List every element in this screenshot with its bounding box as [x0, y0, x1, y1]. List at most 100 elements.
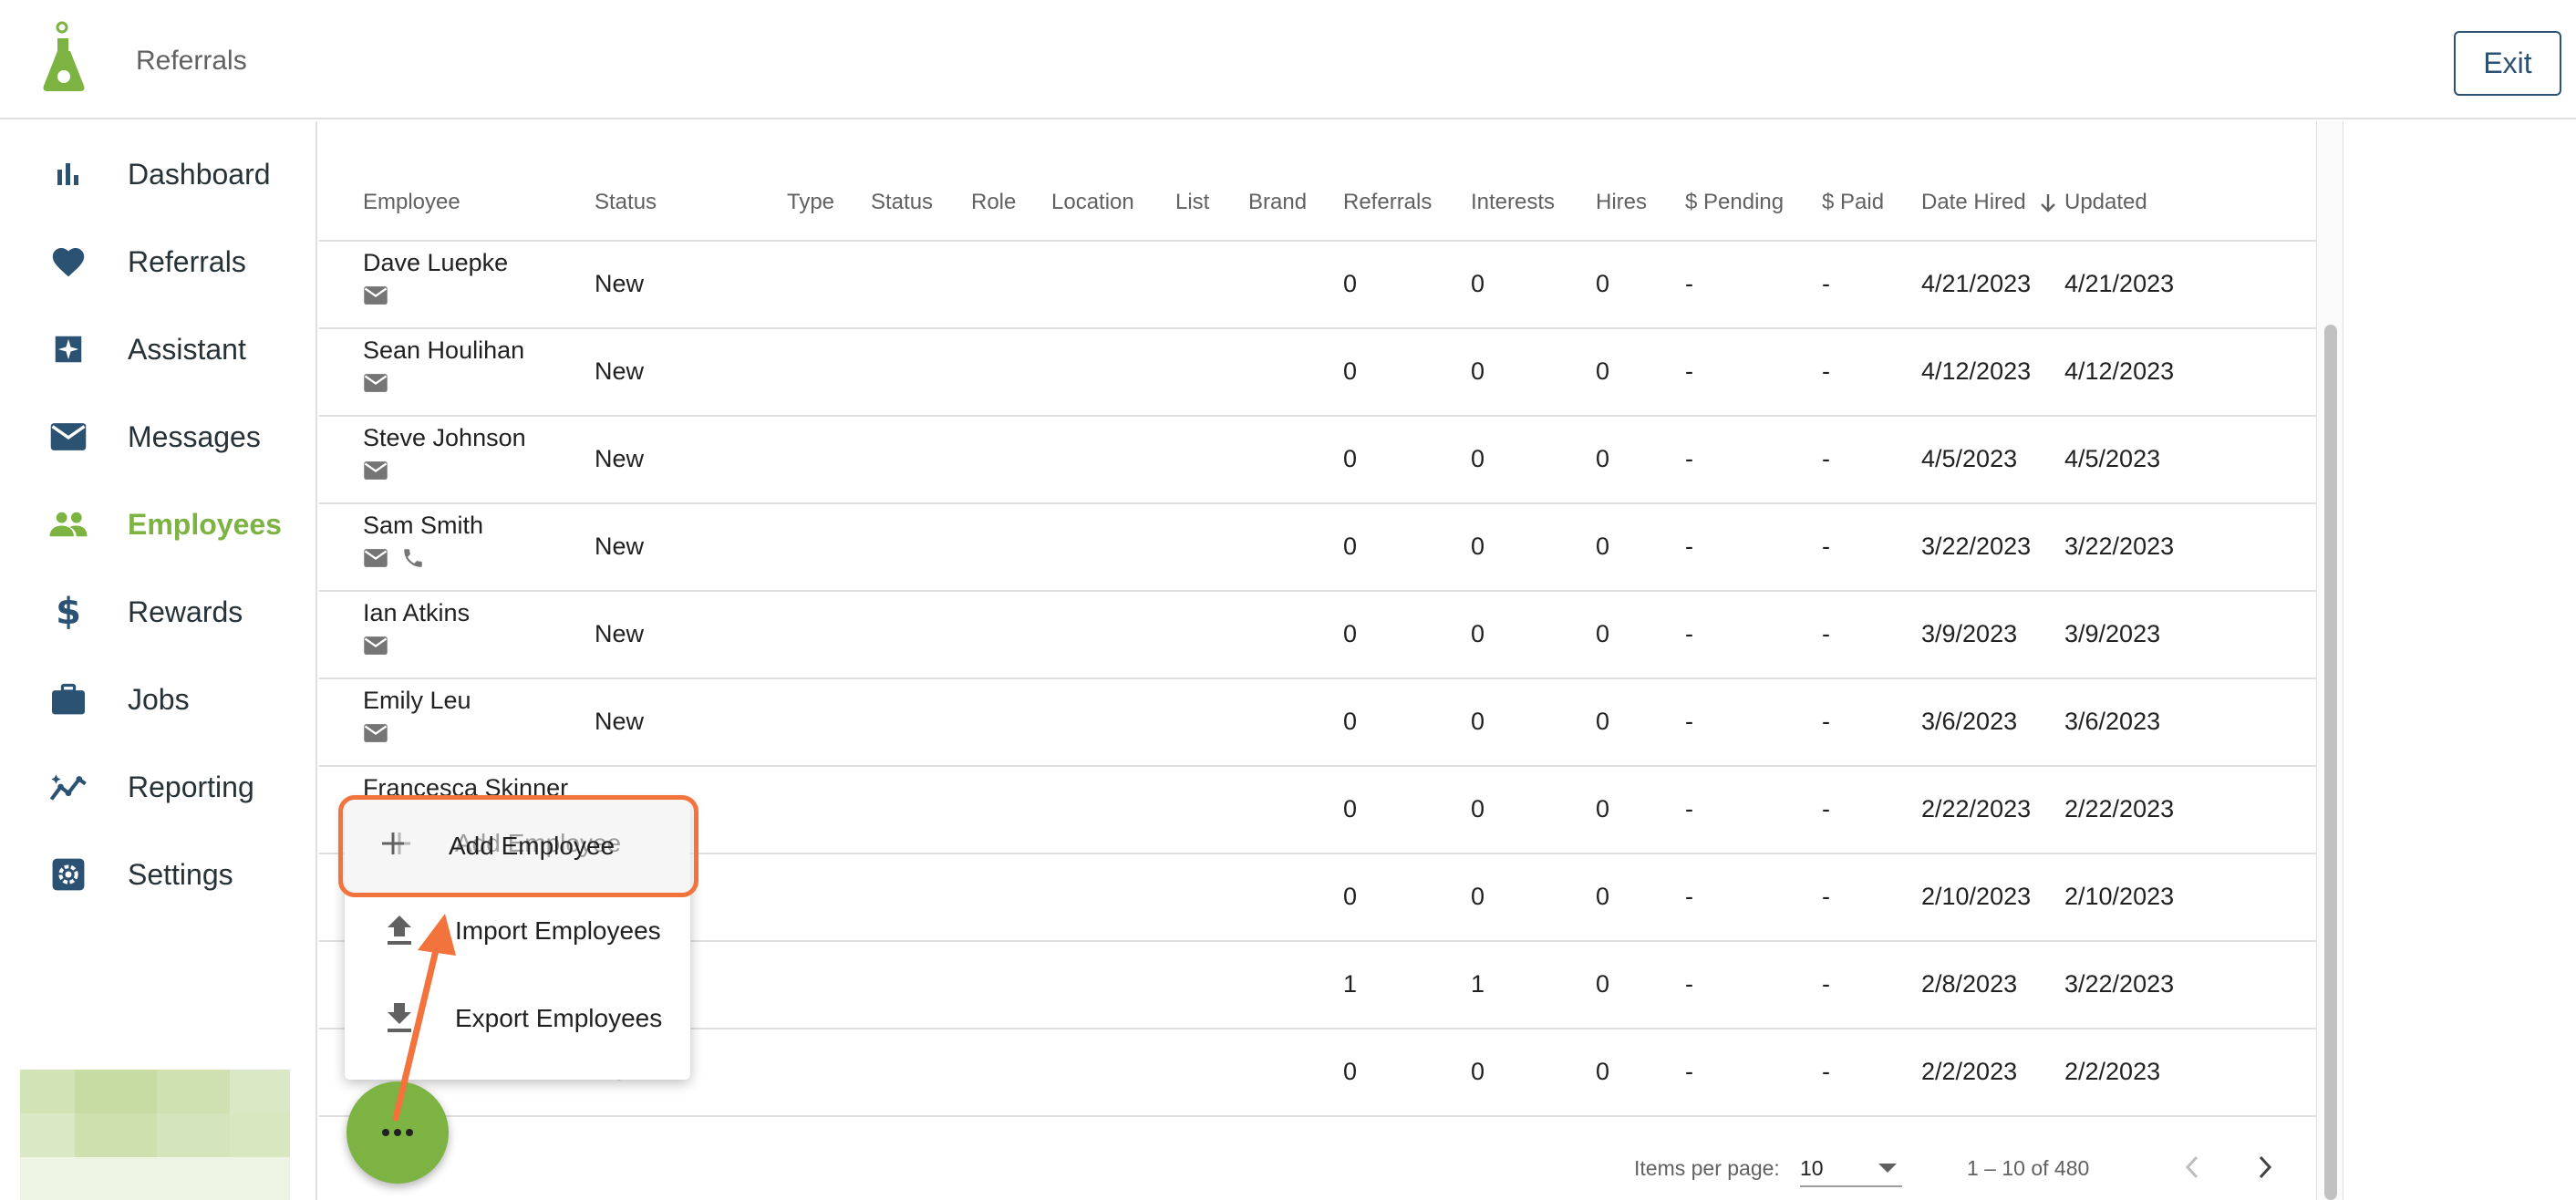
- sidebar-item-messages[interactable]: Messages: [0, 393, 316, 481]
- header-type[interactable]: Type: [787, 190, 834, 215]
- sidebar-item-referrals[interactable]: Referrals: [0, 218, 316, 305]
- header-hires[interactable]: Hires: [1596, 190, 1647, 215]
- status-cell: New: [595, 270, 645, 297]
- items-per-page-select[interactable]: 10: [1800, 1147, 1902, 1187]
- employee-name[interactable]: Sean Houlihan: [363, 336, 524, 365]
- header-role[interactable]: Role: [971, 190, 1016, 215]
- hires-cell: 0: [1596, 795, 1610, 822]
- bar-chart-icon: [47, 153, 89, 195]
- interests-cell: 0: [1471, 533, 1485, 560]
- sidebar-item-rewards[interactable]: $ Rewards: [0, 568, 316, 656]
- hires-cell: 0: [1596, 1058, 1610, 1085]
- referrals-cell: 0: [1343, 795, 1358, 822]
- table-row[interactable]: Sean Houlihan New 0 0 0 - - 4/12/2023 4/…: [319, 329, 2316, 417]
- header-brand[interactable]: Brand: [1248, 190, 1307, 215]
- sidebar-item-label: Assistant: [128, 332, 246, 366]
- employee-name[interactable]: Ian Atkins: [363, 599, 470, 627]
- mail-icon[interactable]: [363, 636, 388, 656]
- sidebar-item-label: Employees: [128, 507, 282, 541]
- header-location[interactable]: Location: [1051, 190, 1134, 215]
- header-date-hired[interactable]: Date Hired: [1921, 190, 2026, 215]
- sidebar-item-settings[interactable]: Settings: [0, 831, 316, 918]
- briefcase-icon: [47, 678, 89, 720]
- paid-cell: -: [1822, 270, 1830, 297]
- table-row[interactable]: Dave Luepke New 0 0 0 - - 4/21/2023 4/21…: [319, 242, 2316, 329]
- updated-cell: 3/6/2023: [2064, 708, 2161, 735]
- pending-cell: -: [1685, 270, 1693, 297]
- phone-icon[interactable]: [401, 546, 425, 570]
- referrals-cell: 0: [1343, 445, 1358, 472]
- import-employees-menu-item[interactable]: Import Employees: [345, 887, 690, 975]
- table-row[interactable]: Sam Smith New 0 0 0 - - 3/22/2023 3/22/2…: [319, 504, 2316, 592]
- date-hired-cell: 2/2/2023: [1921, 1058, 2018, 1085]
- more-actions-fab[interactable]: [347, 1081, 449, 1184]
- paid-cell: -: [1822, 445, 1830, 472]
- sidebar-item-employees[interactable]: Employees: [0, 481, 316, 568]
- employee-name[interactable]: Dave Luepke: [363, 249, 508, 277]
- pending-cell: -: [1685, 533, 1693, 560]
- sidebar-item-dashboard[interactable]: Dashboard: [0, 130, 316, 218]
- add-employee-label[interactable]: Add Employee: [449, 832, 615, 861]
- next-page-button[interactable]: [2247, 1149, 2283, 1185]
- vertical-scrollbar[interactable]: [2316, 121, 2343, 1200]
- updated-cell: 4/21/2023: [2064, 270, 2175, 297]
- sidebar-item-jobs[interactable]: Jobs: [0, 656, 316, 743]
- employee-name[interactable]: Steve Johnson: [363, 424, 526, 452]
- paid-cell: -: [1822, 357, 1830, 385]
- header-list[interactable]: List: [1175, 190, 1209, 215]
- sidebar-item-assistant[interactable]: Assistant: [0, 305, 316, 393]
- mail-icon[interactable]: [363, 723, 388, 743]
- header-referrals[interactable]: Referrals: [1343, 190, 1432, 215]
- header-updated[interactable]: Updated: [2064, 190, 2147, 215]
- paid-cell: -: [1822, 883, 1830, 910]
- page-range-label: 1 – 10 of 480: [1967, 1156, 2090, 1180]
- exit-button[interactable]: Exit: [2454, 31, 2561, 96]
- header-status-2[interactable]: Status: [871, 190, 933, 215]
- mail-icon[interactable]: [363, 285, 388, 305]
- export-employees-menu-item[interactable]: Export Employees: [345, 975, 690, 1062]
- table-row[interactable]: Emily Leu New 0 0 0 - - 3/6/2023 3/6/202…: [319, 679, 2316, 767]
- sidebar-item-label: Settings: [128, 857, 233, 891]
- pending-cell: -: [1685, 795, 1693, 822]
- blurred-image: [20, 1070, 290, 1200]
- previous-page-button[interactable]: [2174, 1149, 2210, 1185]
- flask-logo-icon: [43, 21, 85, 91]
- scrollbar-thumb[interactable]: [2324, 325, 2337, 1200]
- people-icon: [47, 503, 89, 545]
- paid-cell: -: [1822, 1058, 1830, 1085]
- paid-cell: -: [1822, 708, 1830, 735]
- top-bar: Referrals Exit: [0, 0, 2576, 119]
- header-paid[interactable]: $ Paid: [1822, 190, 1884, 215]
- table-row[interactable]: Ian Atkins New 0 0 0 - - 3/9/2023 3/9/20…: [319, 592, 2316, 679]
- mail-icon[interactable]: [363, 548, 388, 568]
- interests-cell: 0: [1471, 357, 1485, 385]
- chevron-right-icon: [2259, 1155, 2272, 1179]
- plus-icon: [375, 825, 411, 862]
- sidebar-item-reporting[interactable]: Reporting: [0, 743, 316, 831]
- interests-cell: 0: [1471, 795, 1485, 822]
- hires-cell: 0: [1596, 533, 1610, 560]
- header-employee[interactable]: Employee: [363, 190, 460, 215]
- referrals-cell: 0: [1343, 270, 1358, 297]
- date-hired-cell: 2/22/2023: [1921, 795, 2032, 822]
- interests-cell: 0: [1471, 708, 1485, 735]
- paid-cell: -: [1822, 620, 1830, 647]
- hires-cell: 0: [1596, 357, 1610, 385]
- header-status[interactable]: Status: [595, 190, 657, 215]
- hires-cell: 0: [1596, 270, 1610, 297]
- hires-cell: 0: [1596, 883, 1610, 910]
- mail-icon[interactable]: [363, 373, 388, 393]
- pending-cell: -: [1685, 357, 1693, 385]
- menu-item-label: Export Employees: [455, 1004, 663, 1032]
- status-cell: New: [595, 357, 645, 385]
- employee-name[interactable]: Sam Smith: [363, 512, 483, 540]
- header-pending[interactable]: $ Pending: [1685, 190, 1784, 215]
- hires-cell: 0: [1596, 445, 1610, 472]
- header-interests[interactable]: Interests: [1471, 190, 1555, 215]
- pending-cell: -: [1685, 883, 1693, 910]
- sort-down-arrow-icon[interactable]: [2039, 192, 2057, 214]
- mail-icon[interactable]: [363, 460, 388, 481]
- table-row[interactable]: Steve Johnson New 0 0 0 - - 4/5/2023 4/5…: [319, 417, 2316, 504]
- employee-name[interactable]: Emily Leu: [363, 687, 471, 715]
- date-hired-cell: 4/21/2023: [1921, 270, 2032, 297]
